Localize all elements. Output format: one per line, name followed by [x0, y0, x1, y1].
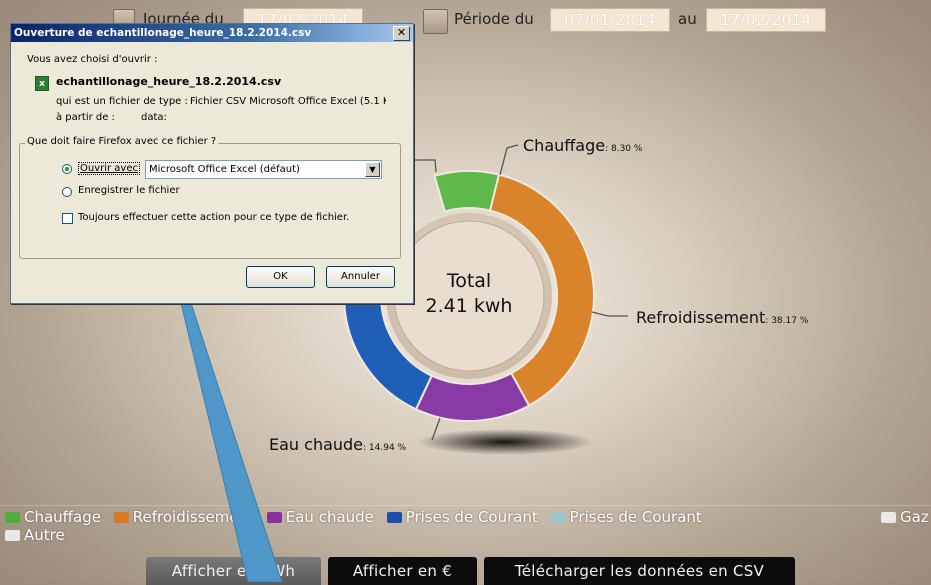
label-chauffage: Chauffage: 8.30 % [523, 136, 643, 155]
file-from-value: data: [141, 112, 167, 123]
action-question: Que doit faire Firefox avec ce fichier ? [25, 136, 219, 147]
donut-slice[interactable] [414, 371, 531, 422]
legend-swatch [113, 512, 129, 523]
download-csv-button[interactable]: Télécharger les données en CSV [484, 557, 795, 585]
application-select[interactable]: Microsoft Office Excel (défaut) ▼ [145, 160, 382, 179]
leader-prises [412, 159, 437, 173]
center-value: 2.41 kwh [426, 295, 513, 317]
center-title: Total [446, 270, 491, 292]
legend-swatch [5, 512, 20, 523]
open-with-radio[interactable] [62, 164, 72, 174]
chart-shadow [417, 429, 593, 455]
file-type-prefix: qui est un fichier de type : [56, 96, 188, 107]
file-type-value: Fichier CSV Microsoft Office Excel (5.1 … [190, 96, 386, 107]
dialog-titlebar: Ouverture de echantillonage_heure_18.2.2… [11, 24, 413, 42]
file-from-prefix: à partir de : [56, 112, 115, 123]
file-open-dialog: Ouverture de echantillonage_heure_18.2.2… [10, 23, 414, 304]
application-select-value: Microsoft Office Excel (défaut) [149, 164, 300, 175]
dialog-intro: Vous avez choisi d'ouvrir : [27, 54, 158, 65]
chevron-down-icon[interactable]: ▼ [365, 162, 380, 177]
legend-item-autre[interactable]: Autre [5, 526, 65, 544]
legend-swatch [266, 512, 282, 523]
legend-item-refroidissement[interactable]: Refroidissement [113, 508, 254, 526]
save-file-label: Enregistrer le fichier [78, 185, 180, 196]
dialog-title: Ouverture de echantillonage_heure_18.2.2… [14, 27, 312, 39]
legend-swatch [386, 512, 402, 523]
always-action-checkbox[interactable] [62, 213, 73, 224]
leader-chauffage [499, 144, 519, 176]
open-with-label: Ouvrir avec [78, 162, 141, 175]
save-file-radio[interactable] [62, 187, 72, 197]
legend-item-prises-1[interactable]: Prises de Courant [386, 508, 538, 526]
always-action-label: Toujours effectuer cette action pour ce … [78, 212, 350, 223]
legend-item-gaz[interactable]: Gaz [881, 508, 929, 526]
leader-refroidissement [591, 311, 628, 317]
legend-swatch [881, 512, 896, 523]
excel-file-icon: x [35, 76, 49, 91]
legend-item-chauffage[interactable]: Chauffage [5, 508, 101, 526]
chart-legend: Chauffage Refroidissement Eau chaude Pri… [5, 508, 710, 526]
show-kwh-button[interactable]: Afficher en kWh [146, 557, 321, 585]
dialog-filename: echantillonage_heure_18.2.2014.csv [56, 75, 282, 88]
cancel-button[interactable]: Annuler [326, 266, 395, 288]
show-euro-button[interactable]: Afficher en € [328, 557, 477, 585]
legend-item-prises-2[interactable]: Prises de Courant [550, 508, 702, 526]
label-eau-chaude: Eau chaude: 14.94 % [269, 435, 407, 454]
legend-swatch [550, 512, 566, 523]
legend-divider [0, 505, 931, 506]
label-refroidissement: Refroidissement: 38.17 % [636, 308, 809, 327]
ok-button[interactable]: OK [246, 266, 315, 288]
donut-slice[interactable] [433, 170, 501, 213]
close-icon[interactable]: ✕ [393, 26, 410, 41]
legend-swatch [5, 530, 20, 541]
action-groupbox: Que doit faire Firefox avec ce fichier ?… [19, 136, 401, 259]
legend-item-eau-chaude[interactable]: Eau chaude [266, 508, 374, 526]
